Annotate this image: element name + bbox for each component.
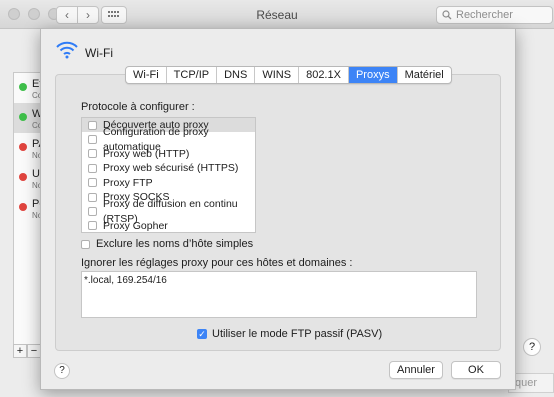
tab-wifi[interactable]: Wi-Fi — [126, 67, 167, 83]
exclude-simple-label: Exclure les noms d’hôte simples — [96, 238, 254, 250]
exclude-simple-checkbox[interactable] — [81, 239, 90, 249]
sheet-title: Wi-Fi — [85, 46, 113, 60]
passive-ftp-label: Utiliser le mode FTP passif (PASV) — [212, 328, 383, 340]
ok-button[interactable]: OK — [451, 361, 501, 379]
tab-proxys[interactable]: Proxys — [348, 67, 398, 83]
status-dot — [19, 143, 27, 151]
tab-8021x[interactable]: 802.1X — [299, 67, 349, 83]
status-dot — [19, 203, 27, 211]
protocol-checkbox[interactable] — [88, 192, 97, 202]
search-placeholder: Rechercher — [456, 9, 513, 21]
remove-service-button[interactable]: − — [27, 344, 41, 358]
protocol-checkbox[interactable] — [88, 163, 97, 173]
list-item[interactable]: Proxy web (HTTP) — [82, 147, 255, 161]
protocol-label-text: Proxy FTP — [103, 176, 153, 189]
protocol-label-text: Proxy web (HTTP) — [103, 147, 190, 160]
passive-ftp-checkbox[interactable]: ✓ — [197, 329, 207, 339]
protocol-label-text: Proxy web sécurisé (HTTPS) — [103, 162, 239, 175]
passive-ftp-option[interactable]: ✓ Utiliser le mode FTP passif (PASV) — [197, 328, 382, 340]
exclude-simple-hostnames[interactable]: Exclure les noms d’hôte simples — [81, 238, 253, 250]
protocol-list[interactable]: Découverte auto proxy Configuration de p… — [81, 117, 256, 233]
list-item[interactable]: Proxy Gopher — [82, 219, 255, 233]
tab-dns[interactable]: DNS — [217, 67, 256, 83]
status-dot — [19, 83, 27, 91]
protocol-checkbox[interactable] — [88, 120, 97, 130]
protocol-label: Protocole à configurer : — [81, 101, 195, 113]
tab-tcpip[interactable]: TCP/IP — [167, 67, 218, 83]
cancel-button[interactable]: Annuler — [389, 361, 443, 379]
ignore-hosts-label: Ignorer les réglages proxy pour ces hôte… — [81, 257, 353, 269]
protocol-label-text: Proxy Gopher — [103, 219, 168, 232]
add-service-button[interactable]: + — [13, 344, 27, 358]
list-item[interactable]: Proxy FTP — [82, 176, 255, 190]
window-titlebar: ‹ › Réseau Rechercher — [0, 0, 554, 29]
tab-wins[interactable]: WINS — [255, 67, 300, 83]
wifi-icon — [56, 41, 78, 59]
search-icon — [442, 10, 452, 20]
list-item[interactable]: Proxy web sécurisé (HTTPS) — [82, 161, 255, 175]
status-dot — [19, 113, 27, 121]
list-item[interactable]: Configuration de proxy automatique — [82, 126, 255, 153]
list-item[interactable]: Proxy de diffusion en continu (RTSP) — [82, 198, 255, 225]
protocol-checkbox[interactable] — [88, 207, 97, 217]
help-button[interactable]: ? — [54, 363, 70, 379]
background-help-button[interactable]: ? — [523, 338, 541, 356]
status-dot — [19, 173, 27, 181]
bypass-hosts-field[interactable]: *.local, 169.254/16 — [81, 271, 477, 318]
protocol-checkbox[interactable] — [88, 135, 97, 145]
tab-materiel[interactable]: Matériel — [398, 67, 451, 83]
search-field[interactable]: Rechercher — [436, 6, 553, 24]
tab-bar: Wi-Fi TCP/IP DNS WINS 802.1X Proxys Maté… — [125, 66, 452, 84]
protocol-checkbox[interactable] — [88, 178, 97, 188]
advanced-settings-sheet: Wi-Fi Protocole à configurer : Découvert… — [40, 28, 516, 390]
protocol-checkbox[interactable] — [88, 149, 97, 159]
tab-panel: Protocole à configurer : Découverte auto… — [55, 74, 501, 351]
protocol-checkbox[interactable] — [88, 221, 97, 231]
